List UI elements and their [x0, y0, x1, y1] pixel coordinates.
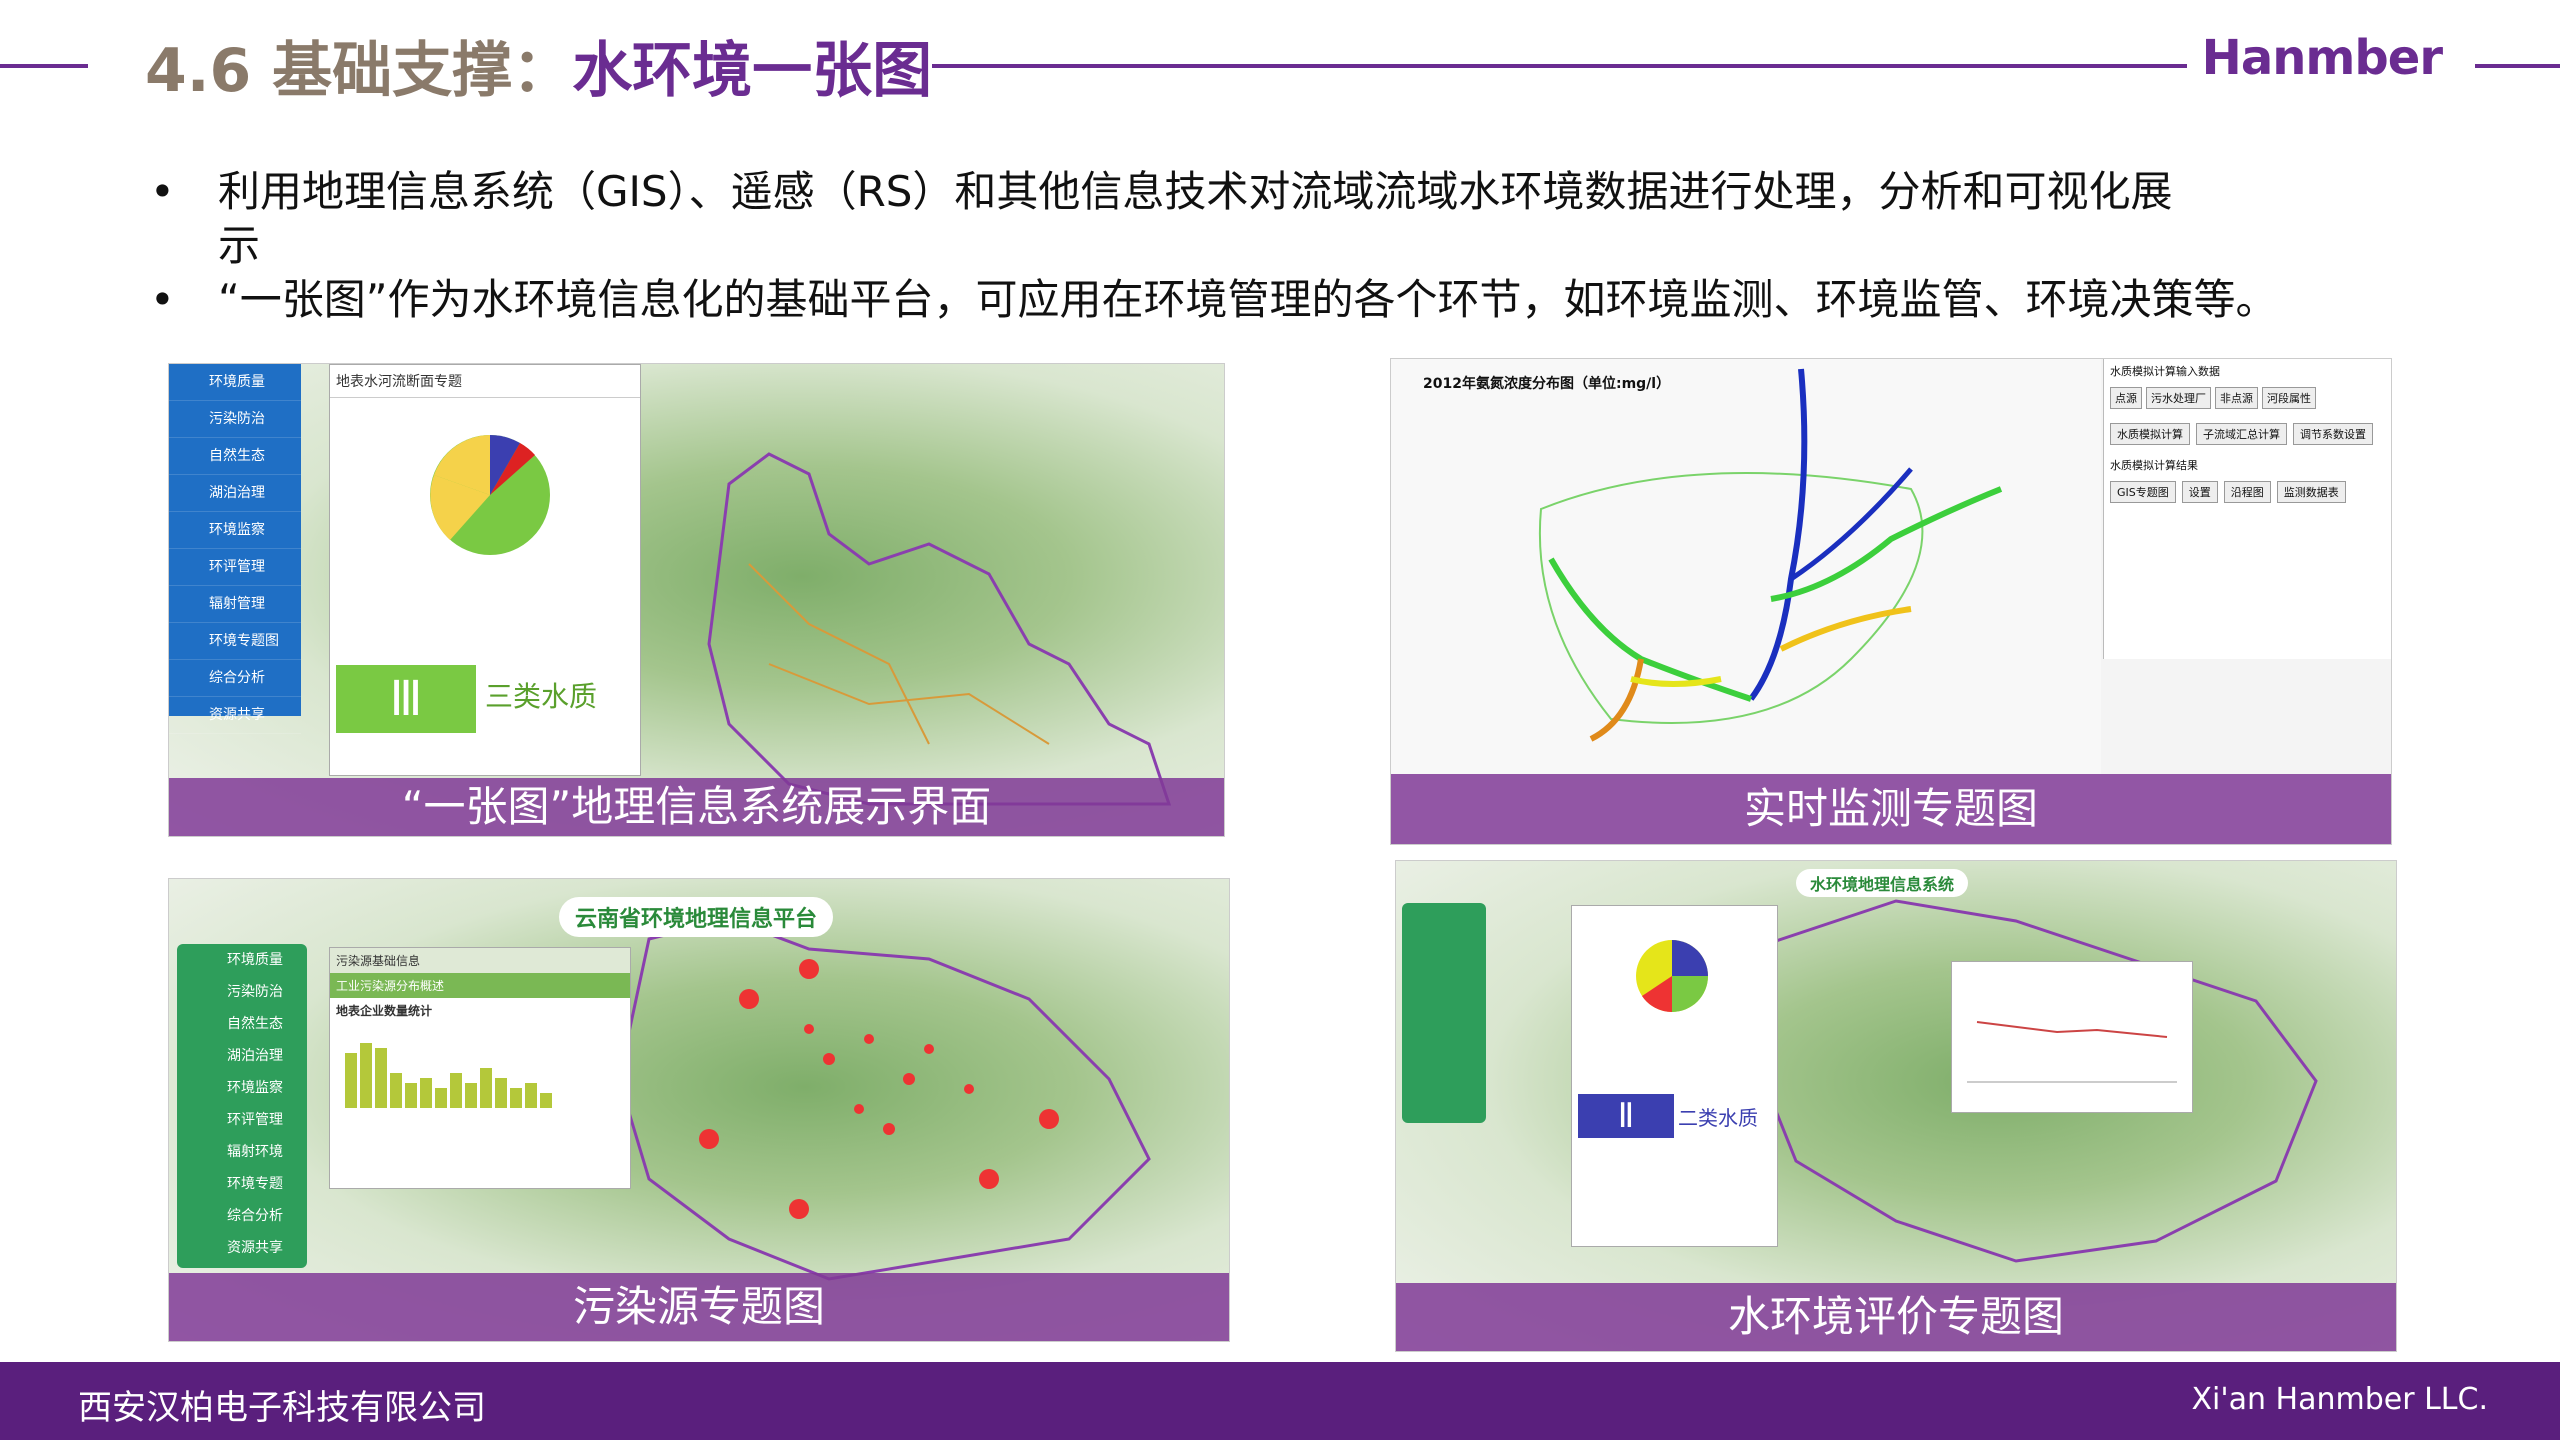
bullet-item: • “一张图”作为水环境信息化的基础平台，可应用在环境管理的各个环节，如环境监测… — [150, 273, 2450, 327]
menu-item[interactable]: 污染防治 — [169, 401, 301, 438]
menu-item[interactable]: 环境专题图 — [169, 623, 301, 660]
line-chart — [1967, 1021, 2177, 1083]
menu-item[interactable]: 自然生态 — [169, 438, 301, 475]
section-title: 水环境一张图 — [572, 36, 933, 106]
menu-item[interactable]: 综合分析 — [177, 1200, 307, 1232]
water-grade-box: Ⅱ — [1578, 1094, 1674, 1138]
trend-chart-popup — [1951, 961, 2193, 1113]
menu-item[interactable]: 自然生态 — [177, 1008, 307, 1040]
menu-item[interactable]: 资源共享 — [177, 1232, 307, 1264]
menu-item[interactable]: 资源共享 — [169, 697, 301, 734]
menu-item[interactable]: 辐射环境 — [177, 1136, 307, 1168]
calc-buttons: 水质模拟计算 子流域汇总计算 调节系数设置 — [2104, 413, 2391, 449]
menu-item[interactable]: 环境质量 — [177, 944, 307, 976]
popup-subtitle: 工业污染源分布概述 — [330, 973, 630, 998]
panel-water-evaluation: 水环境地理信息系统 Ⅱ 二类水质 水环境评价专题图 — [1395, 860, 2397, 1352]
water-grade-box: Ⅲ — [336, 665, 476, 733]
result-buttons: GIS专题图 设置 沿程图 监测数据表 — [2104, 477, 2391, 507]
menu-item[interactable]: 综合分析 — [169, 660, 301, 697]
bullet-dot: • — [150, 167, 175, 216]
settings-button[interactable]: 设置 — [2181, 481, 2218, 503]
section-number: 4.6 基础支撑： — [145, 36, 573, 106]
water-grade-text: 二类水质 — [1678, 1106, 1758, 1130]
bullet-list: • 利用地理信息系统（GIS）、遥感（RS）和其他信息技术对流域流域水环境数据进… — [150, 165, 2450, 327]
left-menu — [1402, 903, 1486, 1123]
bullet-dot: • — [150, 275, 175, 324]
menu-item[interactable]: 环境质量 — [169, 364, 301, 401]
menu-item[interactable]: 污染防治 — [177, 976, 307, 1008]
footer-company-en: Xi'an Hanmber LLC. — [2191, 1382, 2488, 1417]
caption: “一张图”地理信息系统展示界面 — [169, 778, 1224, 836]
side-panel-title: 水质模拟计算输入数据 — [2110, 365, 2220, 378]
left-menu: 环境质量 污染防治 自然生态 湖泊治理 环境监察 环评管理 辐射环境 环境专题 … — [177, 944, 307, 1268]
point-source-button[interactable]: 点源 — [2110, 387, 2142, 409]
menu-item[interactable]: 环境监察 — [177, 1072, 307, 1104]
popup-title: 污染源基础信息 — [330, 948, 630, 973]
bar-chart — [345, 1043, 552, 1108]
header-line-left — [0, 64, 88, 68]
bullet-text: “一张图”作为水环境信息化的基础平台，可应用在环境管理的各个环节，如环境监测、环… — [218, 275, 2278, 324]
input-buttons: 点源 污水处理厂 非点源 河段属性 — [2104, 383, 2391, 413]
water-grade-text: 三类水质 — [485, 680, 598, 713]
subbasin-calc-button[interactable]: 子流域汇总计算 — [2196, 423, 2287, 445]
reach-attribute-button[interactable]: 河段属性 — [2262, 387, 2316, 409]
menu-item[interactable]: 环境监察 — [169, 512, 301, 549]
left-menu: 环境质量 污染防治 自然生态 湖泊治理 环境监察 环评管理 辐射管理 环境专题图… — [169, 364, 301, 734]
caption: 实时监测专题图 — [1391, 774, 2391, 844]
page-title: 4.6 基础支撑：水环境一张图 — [145, 22, 932, 109]
pollution-popup: 污染源基础信息 工业污染源分布概述 地表企业数量统计 — [329, 947, 631, 1189]
footer-company-cn: 西安汉柏电子科技有限公司 — [78, 1388, 486, 1428]
platform-title: 云南省环境地理信息平台 — [559, 897, 834, 937]
caption: 水环境评价专题图 — [1396, 1283, 2396, 1351]
section-popup: 地表水河流断面专题 Ⅲ 三类水质 — [329, 364, 641, 776]
chart-title: 地表企业数量统计 — [336, 1004, 433, 1018]
water-quality-calc-button[interactable]: 水质模拟计算 — [2110, 423, 2190, 445]
menu-item[interactable]: 湖泊治理 — [177, 1040, 307, 1072]
menu-item[interactable]: 环境专题 — [177, 1168, 307, 1200]
footer-bar: 西安汉柏电子科技有限公司 Xi'an Hanmber LLC. — [0, 1362, 2560, 1440]
caption: 污染源专题图 — [169, 1273, 1229, 1341]
panel-realtime-monitoring: 2012年氨氮浓度分布图（单位:mg/l） 水质模拟计算输入数据 点源 污水处理… — [1390, 358, 2392, 845]
model-side-panel: 水质模拟计算输入数据 点源 污水处理厂 非点源 河段属性 水质模拟计算 子流域汇… — [2103, 359, 2391, 659]
province-boundary — [617, 917, 1151, 1281]
header-line-middle — [932, 64, 2187, 68]
pie-chart — [1636, 940, 1708, 1013]
pie-chart — [430, 434, 550, 555]
platform-title: 水环境地理信息系统 — [1796, 869, 1969, 897]
header-line-right — [2475, 64, 2560, 68]
profile-button[interactable]: 沿程图 — [2223, 481, 2271, 503]
evaluation-popup: Ⅱ 二类水质 — [1571, 905, 1778, 1247]
gis-map-button[interactable]: GIS专题图 — [2110, 481, 2176, 503]
monitor-table-button[interactable]: 监测数据表 — [2276, 481, 2346, 503]
menu-item[interactable]: 环评管理 — [177, 1104, 307, 1136]
coefficient-button[interactable]: 调节系数设置 — [2293, 423, 2373, 445]
bullet-item: • 利用地理信息系统（GIS）、遥感（RS）和其他信息技术对流域流域水环境数据进… — [150, 165, 2198, 273]
panel-pollution-source: 云南省环境地理信息平台 环境质量 污染防治 自然生态 湖泊治理 环境监察 环评管… — [168, 878, 1230, 1342]
panel-gis-interface: 环境质量 污染防治 自然生态 湖泊治理 环境监察 环评管理 辐射管理 环境专题图… — [168, 363, 1225, 837]
menu-item[interactable]: 辐射管理 — [169, 586, 301, 623]
nonpoint-source-button[interactable]: 非点源 — [2215, 387, 2258, 409]
province-boundary — [1754, 899, 2318, 1263]
brand-logo: Hanmber — [2201, 30, 2443, 86]
province-boundary — [707, 452, 1172, 806]
bullet-text: 利用地理信息系统（GIS）、遥感（RS）和其他信息技术对流域流域水环境数据进行处… — [218, 167, 2173, 270]
result-title: 水质模拟计算结果 — [2110, 459, 2198, 472]
river-network — [1538, 368, 2003, 742]
menu-item[interactable]: 湖泊治理 — [169, 475, 301, 512]
popup-title: 地表水河流断面专题 — [330, 365, 640, 398]
menu-item[interactable]: 环评管理 — [169, 549, 301, 586]
sewage-plant-button[interactable]: 污水处理厂 — [2146, 387, 2211, 409]
